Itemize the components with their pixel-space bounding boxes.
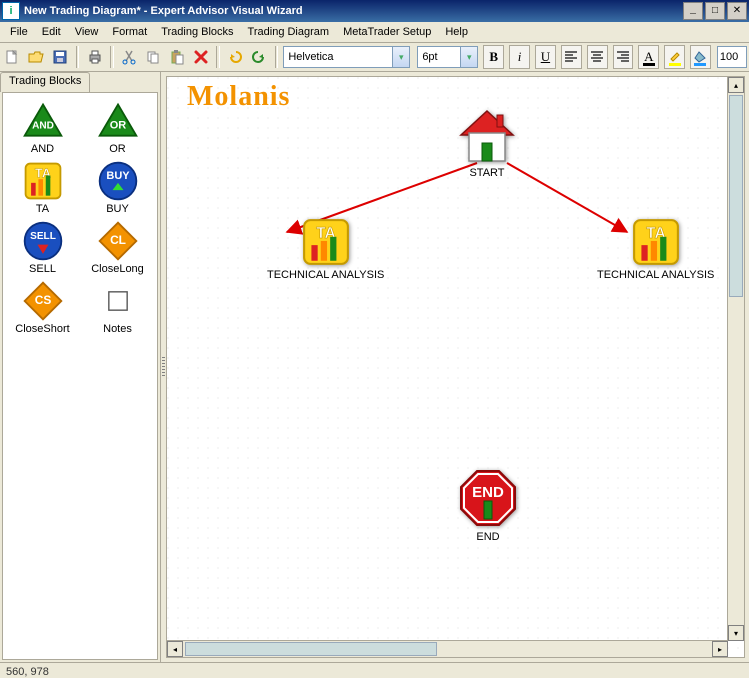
palette-item-and[interactable]: AND AND [7, 99, 78, 155]
node-ta-2[interactable]: TA TECHNICAL ANALYSIS [597, 217, 714, 281]
node-label: TECHNICAL ANALYSIS [267, 269, 384, 281]
work-area: Trading Blocks AND AND OR OR TA TA [0, 72, 749, 662]
palette-item-label: CloseLong [91, 263, 144, 275]
cut-button[interactable] [119, 45, 140, 69]
maximize-button[interactable]: □ [705, 2, 725, 20]
minimize-button[interactable]: _ [683, 2, 703, 20]
svg-text:BUY: BUY [106, 170, 130, 182]
horizontal-scrollbar[interactable]: ◂ ▸ [167, 640, 728, 657]
svg-text:CS: CS [34, 293, 51, 307]
palette-item-label: Notes [103, 323, 132, 335]
palette-panel: Trading Blocks AND AND OR OR TA TA [0, 72, 161, 662]
svg-text:SELL: SELL [30, 231, 56, 242]
svg-text:OR: OR [109, 119, 126, 131]
svg-text:END: END [472, 484, 504, 501]
font-dropdown-button[interactable] [393, 46, 410, 68]
palette-item-label: OR [109, 143, 126, 155]
paste-button[interactable] [167, 45, 188, 69]
menu-metatrader-setup[interactable]: MetaTrader Setup [337, 24, 437, 40]
window-title: New Trading Diagram* - Expert Advisor Vi… [24, 5, 683, 17]
underline-button[interactable]: U [535, 45, 556, 69]
open-button[interactable] [26, 45, 47, 69]
palette-item-notes[interactable]: Notes [82, 279, 153, 335]
palette-item-closeshort[interactable]: CS CloseShort [7, 279, 78, 335]
palette-item-label: SELL [29, 263, 56, 275]
align-right-button[interactable] [613, 45, 634, 69]
node-start[interactable]: START [457, 109, 517, 179]
save-button[interactable] [50, 45, 71, 69]
bold-button[interactable]: B [483, 45, 504, 69]
align-left-button[interactable] [561, 45, 582, 69]
palette-tab[interactable]: Trading Blocks [0, 72, 90, 92]
palette-item-buy[interactable]: BUY BUY [82, 159, 153, 215]
ta-icon: TA [631, 217, 681, 267]
node-label: START [469, 167, 504, 179]
palette-item-label: AND [31, 143, 54, 155]
menu-trading-blocks[interactable]: Trading Blocks [155, 24, 239, 40]
palette-item-label: TA [36, 203, 49, 215]
highlight-button[interactable] [664, 45, 685, 69]
undo-button[interactable] [225, 45, 246, 69]
font-size-dropdown-button[interactable] [461, 46, 478, 68]
svg-text:AND: AND [32, 120, 54, 131]
node-end[interactable]: END END [457, 467, 519, 543]
vertical-scrollbar[interactable]: ▴ ▾ [727, 77, 744, 641]
title-bar: i New Trading Diagram* - Expert Advisor … [0, 0, 749, 22]
palette-item-or[interactable]: OR OR [82, 99, 153, 155]
scroll-thumb[interactable] [729, 95, 743, 297]
node-label: END [476, 531, 499, 543]
zoom-field[interactable]: 100 [717, 46, 747, 68]
ta-icon: TA [301, 217, 351, 267]
menu-edit[interactable]: Edit [36, 24, 67, 40]
scroll-right-button[interactable]: ▸ [712, 641, 728, 657]
node-label: TECHNICAL ANALYSIS [597, 269, 714, 281]
scroll-left-button[interactable]: ◂ [167, 641, 183, 657]
diagram-canvas[interactable]: Molanis [167, 77, 744, 657]
menu-file[interactable]: File [4, 24, 34, 40]
new-button[interactable] [2, 45, 23, 69]
palette-item-closelong[interactable]: CL CloseLong [82, 219, 153, 275]
print-button[interactable] [84, 45, 105, 69]
palette-body: AND AND OR OR TA TA BUY BUY [2, 92, 158, 660]
scroll-up-button[interactable]: ▴ [728, 77, 744, 93]
delete-button[interactable] [190, 45, 211, 69]
arrow-layer [167, 77, 744, 657]
menu-bar: File Edit View Format Trading Blocks Tra… [0, 22, 749, 43]
palette-item-ta[interactable]: TA TA [7, 159, 78, 215]
close-button[interactable]: ✕ [727, 2, 747, 20]
toolbar: Helvetica 6pt B i U A 100 [0, 43, 749, 72]
palette-item-label: BUY [106, 203, 129, 215]
fill-button[interactable] [690, 45, 711, 69]
node-ta-1[interactable]: TA TECHNICAL ANALYSIS [267, 217, 384, 281]
font-size-select[interactable]: 6pt [417, 46, 461, 68]
brand-logo: Molanis [187, 81, 290, 113]
font-color-button[interactable]: A [638, 45, 659, 69]
menu-view[interactable]: View [69, 24, 105, 40]
redo-button[interactable] [249, 45, 270, 69]
italic-button[interactable]: i [509, 45, 530, 69]
menu-help[interactable]: Help [439, 24, 474, 40]
stop-icon: END [457, 467, 519, 529]
copy-button[interactable] [143, 45, 164, 69]
align-center-button[interactable] [587, 45, 608, 69]
status-bar: 560, 978 [0, 662, 749, 678]
svg-text:CL: CL [110, 233, 126, 247]
status-coords: 560, 978 [6, 666, 49, 678]
scroll-down-button[interactable]: ▾ [728, 625, 744, 641]
menu-format[interactable]: Format [106, 24, 153, 40]
palette-item-sell[interactable]: SELL SELL [7, 219, 78, 275]
app-icon: i [2, 2, 20, 20]
house-icon [457, 109, 517, 165]
menu-trading-diagram[interactable]: Trading Diagram [242, 24, 336, 40]
font-select[interactable]: Helvetica [283, 46, 393, 68]
canvas-container: Molanis [166, 76, 745, 658]
scroll-thumb[interactable] [185, 642, 437, 656]
palette-item-label: CloseShort [15, 323, 69, 335]
